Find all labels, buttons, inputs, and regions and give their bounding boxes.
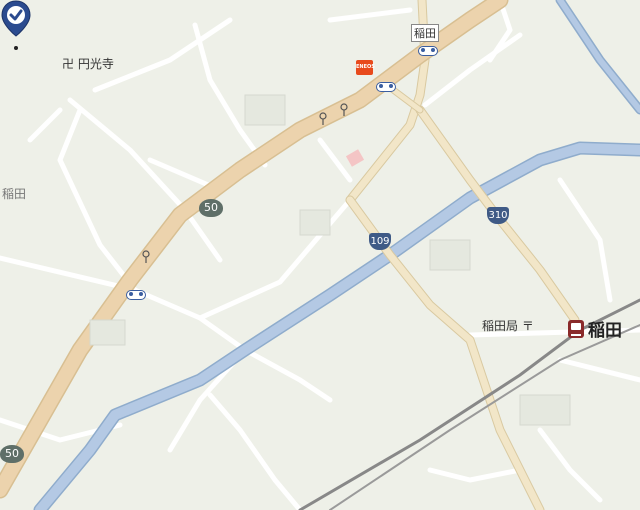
- pink-building: [345, 149, 365, 167]
- route-shield-50: 50: [0, 445, 24, 463]
- temple-label: 円光寺: [77, 57, 114, 71]
- temple-icon: 卍: [62, 57, 75, 71]
- post-office-icon: 〒: [521, 319, 534, 333]
- route-shield-50: 50: [199, 199, 223, 217]
- bus-stop-icon[interactable]: [126, 290, 146, 300]
- station-label: 稲田: [588, 321, 622, 341]
- buildings: [89, 94, 571, 426]
- marker-icon: [319, 112, 327, 125]
- marker-icon: [340, 103, 348, 116]
- post-office-label-group[interactable]: 稲田局 〒: [482, 317, 534, 334]
- temple-label-group[interactable]: 卍 円光寺: [62, 55, 114, 72]
- bus-stop-icon[interactable]: [376, 82, 396, 92]
- map-canvas[interactable]: 稲田 卍 円光寺 稲田 ENEOS 50 50 109 310 稲田局 〒 稲田: [0, 0, 640, 510]
- location-pin-icon[interactable]: [0, 0, 32, 50]
- station-label-group[interactable]: 稲田: [568, 316, 622, 341]
- map-base-layer: [0, 0, 640, 510]
- post-office-label: 稲田局: [482, 319, 519, 333]
- area-label: 稲田: [2, 187, 27, 201]
- gas-station-icon[interactable]: ENEOS: [356, 60, 375, 75]
- train-station-icon: [568, 319, 584, 338]
- marker-icon: [142, 250, 150, 263]
- bus-stop-label: 稲田: [411, 24, 439, 42]
- bus-stop-icon[interactable]: [418, 46, 438, 56]
